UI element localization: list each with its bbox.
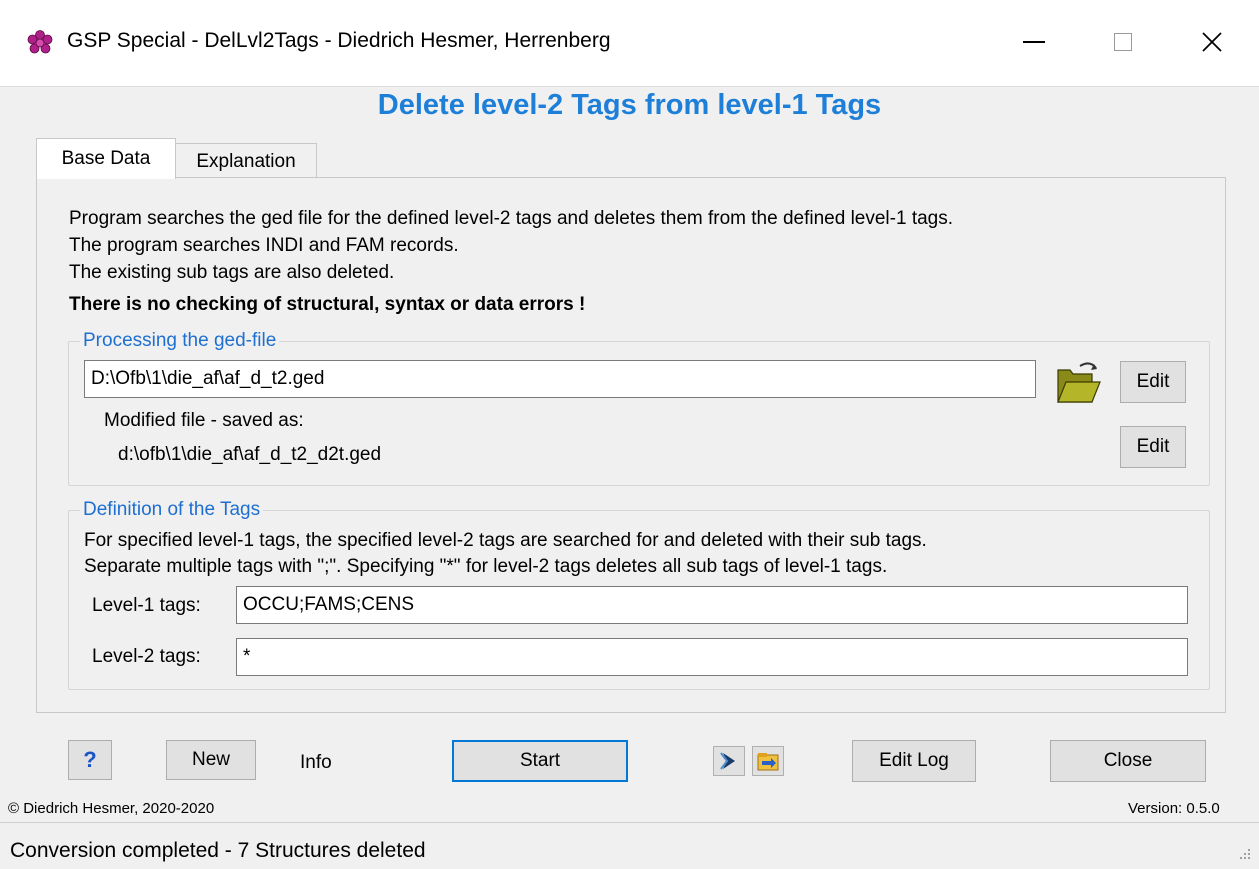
description-line-2: The program searches INDI and FAM record… (69, 235, 459, 256)
tab-explanation[interactable]: Explanation (175, 143, 317, 179)
close-window-button[interactable] (1182, 22, 1242, 62)
info-label[interactable]: Info (300, 752, 332, 774)
resize-grip-icon (1240, 849, 1250, 859)
maximize-icon (1114, 33, 1132, 51)
window-title: GSP Special - DelLvl2Tags - Diedrich Hes… (67, 29, 611, 52)
new-button[interactable]: New (166, 740, 256, 780)
page-title: Delete level-2 Tags from level-1 Tags (377, 89, 882, 121)
level-1-tags-label: Level-1 tags: (92, 595, 201, 616)
app-flower-icon (27, 30, 53, 56)
open-folder-button[interactable] (1054, 358, 1102, 406)
show-log-button[interactable] (713, 746, 745, 776)
level-2-tags-input[interactable]: * (236, 638, 1188, 676)
level-2-tags-label: Level-2 tags: (92, 646, 201, 667)
level-1-tags-input[interactable]: OCCU;FAMS;CENS (236, 586, 1188, 624)
status-text: Conversion completed - 7 Structures dele… (10, 839, 426, 862)
tab-base-data[interactable]: Base Data (36, 138, 176, 179)
tags-group-legend: Definition of the Tags (80, 499, 264, 521)
minimize-button[interactable] (1004, 22, 1064, 62)
start-button[interactable]: Start (452, 740, 628, 782)
close-icon (1202, 32, 1222, 52)
ged-file-path-field[interactable]: D:\Ofb\1\die_af\af_d_t2.ged (84, 360, 1036, 398)
description-line-1: Program searches the ged file for the de… (69, 208, 954, 229)
edit-ged-file-button[interactable]: Edit (1120, 361, 1186, 403)
help-button[interactable]: ? (68, 740, 112, 780)
close-button[interactable]: Close (1050, 740, 1206, 782)
copyright-text: © Diedrich Hesmer, 2020-2020 (8, 800, 215, 817)
modified-file-label: Modified file - saved as: (104, 410, 304, 431)
tags-info-line-1: For specified level-1 tags, the specifie… (84, 530, 927, 551)
version-text: Version: 0.5.0 (1128, 800, 1220, 817)
modified-file-path: d:\ofb\1\die_af\af_d_t2_d2t.ged (118, 444, 382, 465)
open-log-folder-button[interactable] (752, 746, 784, 776)
folder-arrow-icon (757, 753, 779, 771)
warning-text: There is no checking of structural, synt… (69, 294, 586, 315)
description-line-3: The existing sub tags are also deleted. (69, 262, 395, 283)
edit-modified-file-button[interactable]: Edit (1120, 426, 1186, 468)
processing-group-legend: Processing the ged-file (80, 330, 280, 352)
open-folder-icon (1057, 362, 1101, 403)
resize-grip[interactable] (1236, 846, 1252, 862)
minimize-icon (1023, 41, 1045, 43)
tags-info-line-2: Separate multiple tags with ";". Specify… (84, 556, 888, 577)
edit-log-button[interactable]: Edit Log (852, 740, 976, 782)
arrow-right-icon (720, 752, 735, 770)
maximize-button[interactable] (1093, 22, 1153, 62)
